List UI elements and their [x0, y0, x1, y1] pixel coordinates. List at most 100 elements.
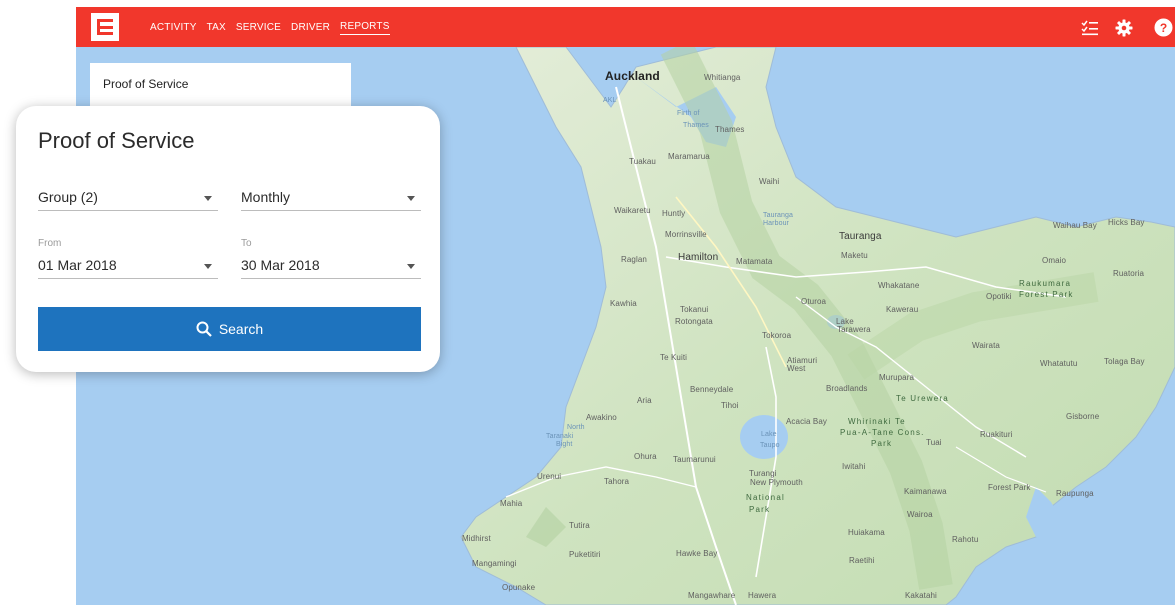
search-button-label: Search — [218, 321, 264, 337]
side-panel-title: Proof of Service — [103, 77, 189, 91]
map-place-label: Te Kuiti — [660, 353, 688, 362]
map-place-label: Waihau Bay — [1053, 221, 1097, 230]
map-place-label: Raupunga — [1056, 489, 1094, 498]
map-place-label: Raetihi — [849, 556, 875, 565]
nav-reports[interactable]: REPORTS — [340, 19, 390, 35]
map-place-label: Park — [871, 439, 893, 448]
from-label: From — [38, 238, 62, 249]
map-place-label: Te Urewera — [896, 394, 949, 403]
map-place-label: Taranaki — [546, 433, 574, 440]
chevron-down-icon — [204, 196, 212, 201]
map-place-label: Oturoa — [801, 297, 827, 306]
map-place-label: North — [567, 424, 585, 431]
map-place-label: Lake — [761, 431, 777, 438]
group-select[interactable]: Group (2) — [38, 186, 218, 211]
map-place-label: Opunake — [502, 583, 536, 592]
settings-icon[interactable] — [1115, 19, 1133, 37]
map-place-label: Waikaretu — [614, 206, 651, 215]
nav-driver[interactable]: DRIVER — [291, 20, 330, 35]
map-place-label: Mahia — [500, 499, 523, 508]
map-place-label: Kawerau — [886, 305, 919, 314]
form-title: Proof of Service — [38, 128, 195, 153]
map-place-label: Whakatane — [878, 281, 920, 290]
map-place-label: Urenui — [537, 472, 562, 481]
map-place-label: Tolaga Bay — [1104, 357, 1145, 366]
map-place-label: Hawke Bay — [676, 549, 718, 558]
search-icon — [196, 321, 212, 337]
map-place-label: Acacia Bay — [786, 417, 828, 426]
map-place-label: Whitianga — [704, 73, 741, 82]
map-place-label: Tihoi — [721, 401, 739, 410]
help-icon[interactable]: ? — [1154, 18, 1173, 37]
map-place-label: Thames — [683, 122, 709, 129]
nav-tax[interactable]: TAX — [207, 20, 226, 35]
map-place-label: Tokanui — [680, 305, 709, 314]
map-place-label: Broadlands — [826, 384, 868, 393]
map-place-label: Puketitiri — [569, 550, 601, 559]
map-place-label: Raukumara — [1019, 279, 1072, 288]
period-select[interactable]: Monthly — [241, 186, 421, 211]
chevron-down-icon — [407, 264, 415, 269]
map-place-label: Ohura — [634, 452, 657, 461]
map-place-label: Firth of — [677, 110, 700, 117]
map-place-label: Morrinsville — [665, 230, 707, 239]
app-logo[interactable] — [91, 13, 119, 41]
checklist-icon[interactable] — [1081, 19, 1099, 37]
map-place-label: Tuai — [926, 438, 942, 447]
to-date-field[interactable]: 30 Mar 2018 — [241, 254, 421, 279]
map-place-label: Tauranga — [839, 231, 882, 242]
map-place-label: Park — [749, 505, 771, 514]
group-select-value: Group (2) — [38, 189, 98, 205]
map-place-label: Tahora — [604, 477, 630, 486]
map-place-label: Rotongata — [675, 317, 713, 326]
map-place-label: Auckland — [605, 69, 660, 83]
map-place-label: Murupara — [879, 373, 915, 382]
map-place-label: Raglan — [621, 255, 647, 264]
map-place-label: Gisborne — [1066, 412, 1100, 421]
map-place-label: Maramarua — [668, 152, 710, 161]
map-place-label: Tarawera — [837, 325, 871, 334]
map-place-label: Pua-A-Tane Cons. — [840, 428, 925, 437]
report-form-card: Proof of Service Group (2) Monthly From … — [16, 106, 440, 372]
to-label: To — [241, 238, 252, 249]
search-button[interactable]: Search — [38, 307, 421, 351]
map-place-label: Omaio — [1042, 256, 1067, 265]
map-place-label: Hamilton — [678, 252, 719, 263]
map-place-label: Taumarunui — [673, 455, 716, 464]
chevron-down-icon — [204, 264, 212, 269]
map-place-label: Forest Park — [1019, 290, 1074, 299]
map-place-label: Huiakama — [848, 528, 885, 537]
chevron-down-icon — [407, 196, 415, 201]
map-place-label: Ruakituri — [980, 430, 1013, 439]
nav-service[interactable]: SERVICE — [236, 20, 281, 35]
map-place-label: Kakatahi — [905, 591, 937, 600]
map-place-label: Whirinaki Te — [848, 417, 906, 426]
period-select-value: Monthly — [241, 189, 291, 205]
map-place-label: Mangawhare — [688, 591, 736, 600]
map-place-label: Awakino — [586, 413, 617, 422]
map-place-label: Wairata — [972, 341, 1000, 350]
map-place-label: Midhirst — [462, 534, 491, 543]
from-date-field[interactable]: 01 Mar 2018 — [38, 254, 218, 279]
map-place-label: Forest Park — [988, 483, 1031, 492]
map-place-label: Rahotu — [952, 535, 979, 544]
map-place-label: Tauranga — [763, 212, 793, 219]
map-place-label: Tuakau — [629, 157, 656, 166]
map-place-label: Whatatutu — [1040, 359, 1078, 368]
map-place-label: Mangamingi — [472, 559, 517, 568]
map-place-label: Hawera — [748, 591, 777, 600]
map-place-label: Tokoroa — [762, 331, 792, 340]
map-place-label: Maketu — [841, 251, 868, 260]
map-place-label: Tutira — [569, 521, 590, 530]
map-place-label: Matamata — [736, 257, 773, 266]
top-bar: ACTIVITY TAX SERVICE DRIVER REPORTS ? — [76, 7, 1175, 47]
map-place-label: Hicks Bay — [1108, 218, 1145, 227]
map-place-label: West — [787, 364, 806, 373]
nav-activity[interactable]: ACTIVITY — [150, 20, 197, 35]
help-glyph: ? — [1160, 21, 1167, 35]
map-place-label: Bight — [556, 441, 573, 448]
to-date-value: 30 Mar 2018 — [241, 257, 320, 273]
map-place-label: Taupo — [760, 442, 780, 449]
map-place-label: Kawhia — [610, 299, 637, 308]
from-date-value: 01 Mar 2018 — [38, 257, 117, 273]
